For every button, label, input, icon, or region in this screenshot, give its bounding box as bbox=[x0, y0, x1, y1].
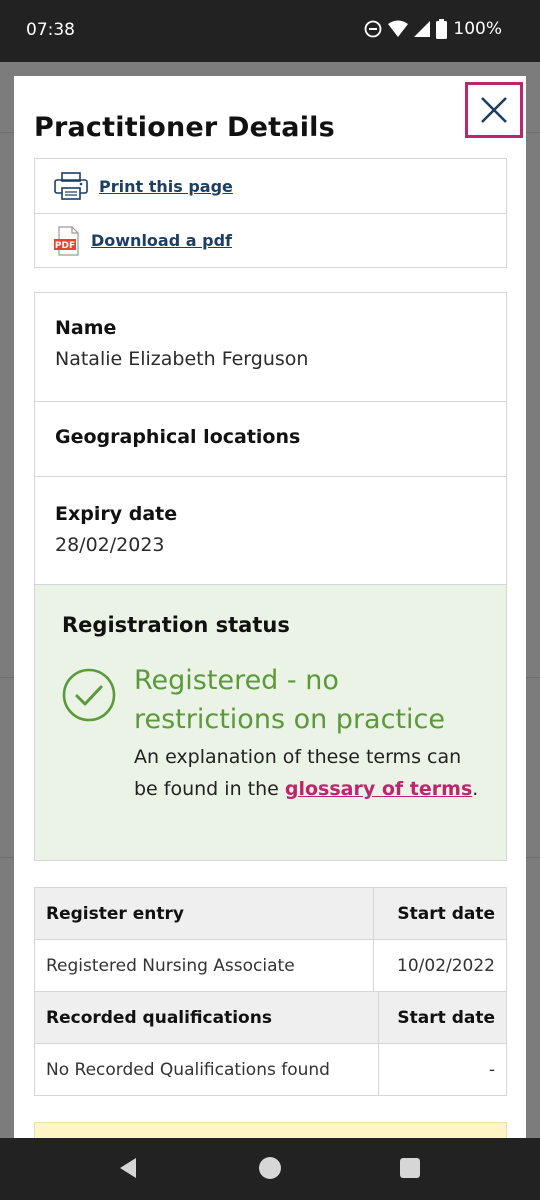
home-icon[interactable] bbox=[259, 1157, 281, 1179]
expiry-label: Expiry date bbox=[55, 503, 178, 525]
pdf-icon-text: PDF bbox=[55, 241, 75, 251]
navigation-bar bbox=[0, 1138, 540, 1200]
recents-icon[interactable] bbox=[400, 1158, 420, 1178]
table-row: No Recorded Qualifications found - bbox=[34, 1043, 507, 1096]
explanation-end: . bbox=[472, 778, 479, 800]
qualification-start-date-cell: - bbox=[378, 1043, 507, 1096]
signal-icon bbox=[414, 21, 431, 37]
table-row: Registered Nursing Associate 10/02/2022 bbox=[34, 939, 507, 992]
status-time: 07:38 bbox=[26, 20, 75, 40]
qualification-cell: No Recorded Qualifications found bbox=[34, 1043, 379, 1096]
expiry-value: 28/02/2023 bbox=[55, 534, 165, 556]
status-bar: 07:38 100% bbox=[0, 0, 540, 62]
status-icons: 100% bbox=[364, 19, 502, 39]
notice-panel bbox=[34, 1122, 507, 1138]
register-entry-header: Register entry bbox=[34, 887, 374, 940]
register-entry-cell: Registered Nursing Associate bbox=[34, 939, 374, 992]
actions-panel: Print this page PDF Download a pdf bbox=[34, 158, 507, 268]
battery-icon bbox=[436, 19, 448, 39]
table-header-row: Register entry Start date bbox=[34, 887, 507, 940]
do-not-disturb-icon bbox=[364, 20, 382, 38]
registration-status-panel: Registration status Registered - no rest… bbox=[34, 584, 507, 861]
start-date-header: Start date bbox=[373, 887, 507, 940]
print-page-link[interactable]: Print this page bbox=[99, 177, 233, 196]
glossary-link[interactable]: glossary of terms bbox=[285, 778, 472, 800]
start-date-cell: 10/02/2022 bbox=[373, 939, 507, 992]
check-circle-icon bbox=[62, 668, 116, 722]
page-title: Practitioner Details bbox=[34, 112, 335, 143]
printer-icon bbox=[54, 172, 88, 200]
print-row[interactable]: Print this page bbox=[35, 159, 506, 213]
download-row[interactable]: PDF Download a pdf bbox=[35, 213, 506, 267]
wifi-icon bbox=[388, 20, 409, 37]
qualifications-table: Recorded qualifications Start date No Re… bbox=[34, 991, 507, 1096]
pdf-icon: PDF bbox=[54, 225, 79, 256]
qualifications-header: Recorded qualifications bbox=[34, 991, 379, 1044]
geo-row: Geographical locations bbox=[35, 401, 506, 476]
qualification-start-date-header: Start date bbox=[378, 991, 507, 1044]
back-icon[interactable] bbox=[118, 1157, 138, 1179]
battery-percent: 100% bbox=[453, 19, 502, 39]
name-label: Name bbox=[55, 317, 117, 339]
registration-title: Registration status bbox=[62, 613, 290, 637]
practitioner-details-modal: Practitioner Details Print this page PDF… bbox=[14, 76, 526, 1138]
name-value: Natalie Elizabeth Ferguson bbox=[55, 348, 309, 370]
close-icon bbox=[481, 97, 507, 123]
download-pdf-link[interactable]: Download a pdf bbox=[91, 231, 232, 250]
register-entry-table: Register entry Start date Registered Nur… bbox=[34, 887, 507, 992]
table-header-row: Recorded qualifications Start date bbox=[34, 991, 507, 1044]
geo-label: Geographical locations bbox=[55, 426, 301, 448]
registration-status-text: Registered - no restrictions on practice bbox=[134, 665, 445, 735]
name-row: Name Natalie Elizabeth Ferguson bbox=[35, 293, 506, 401]
close-button[interactable] bbox=[465, 82, 523, 138]
registration-explanation: An explanation of these terms can be fou… bbox=[134, 741, 479, 805]
